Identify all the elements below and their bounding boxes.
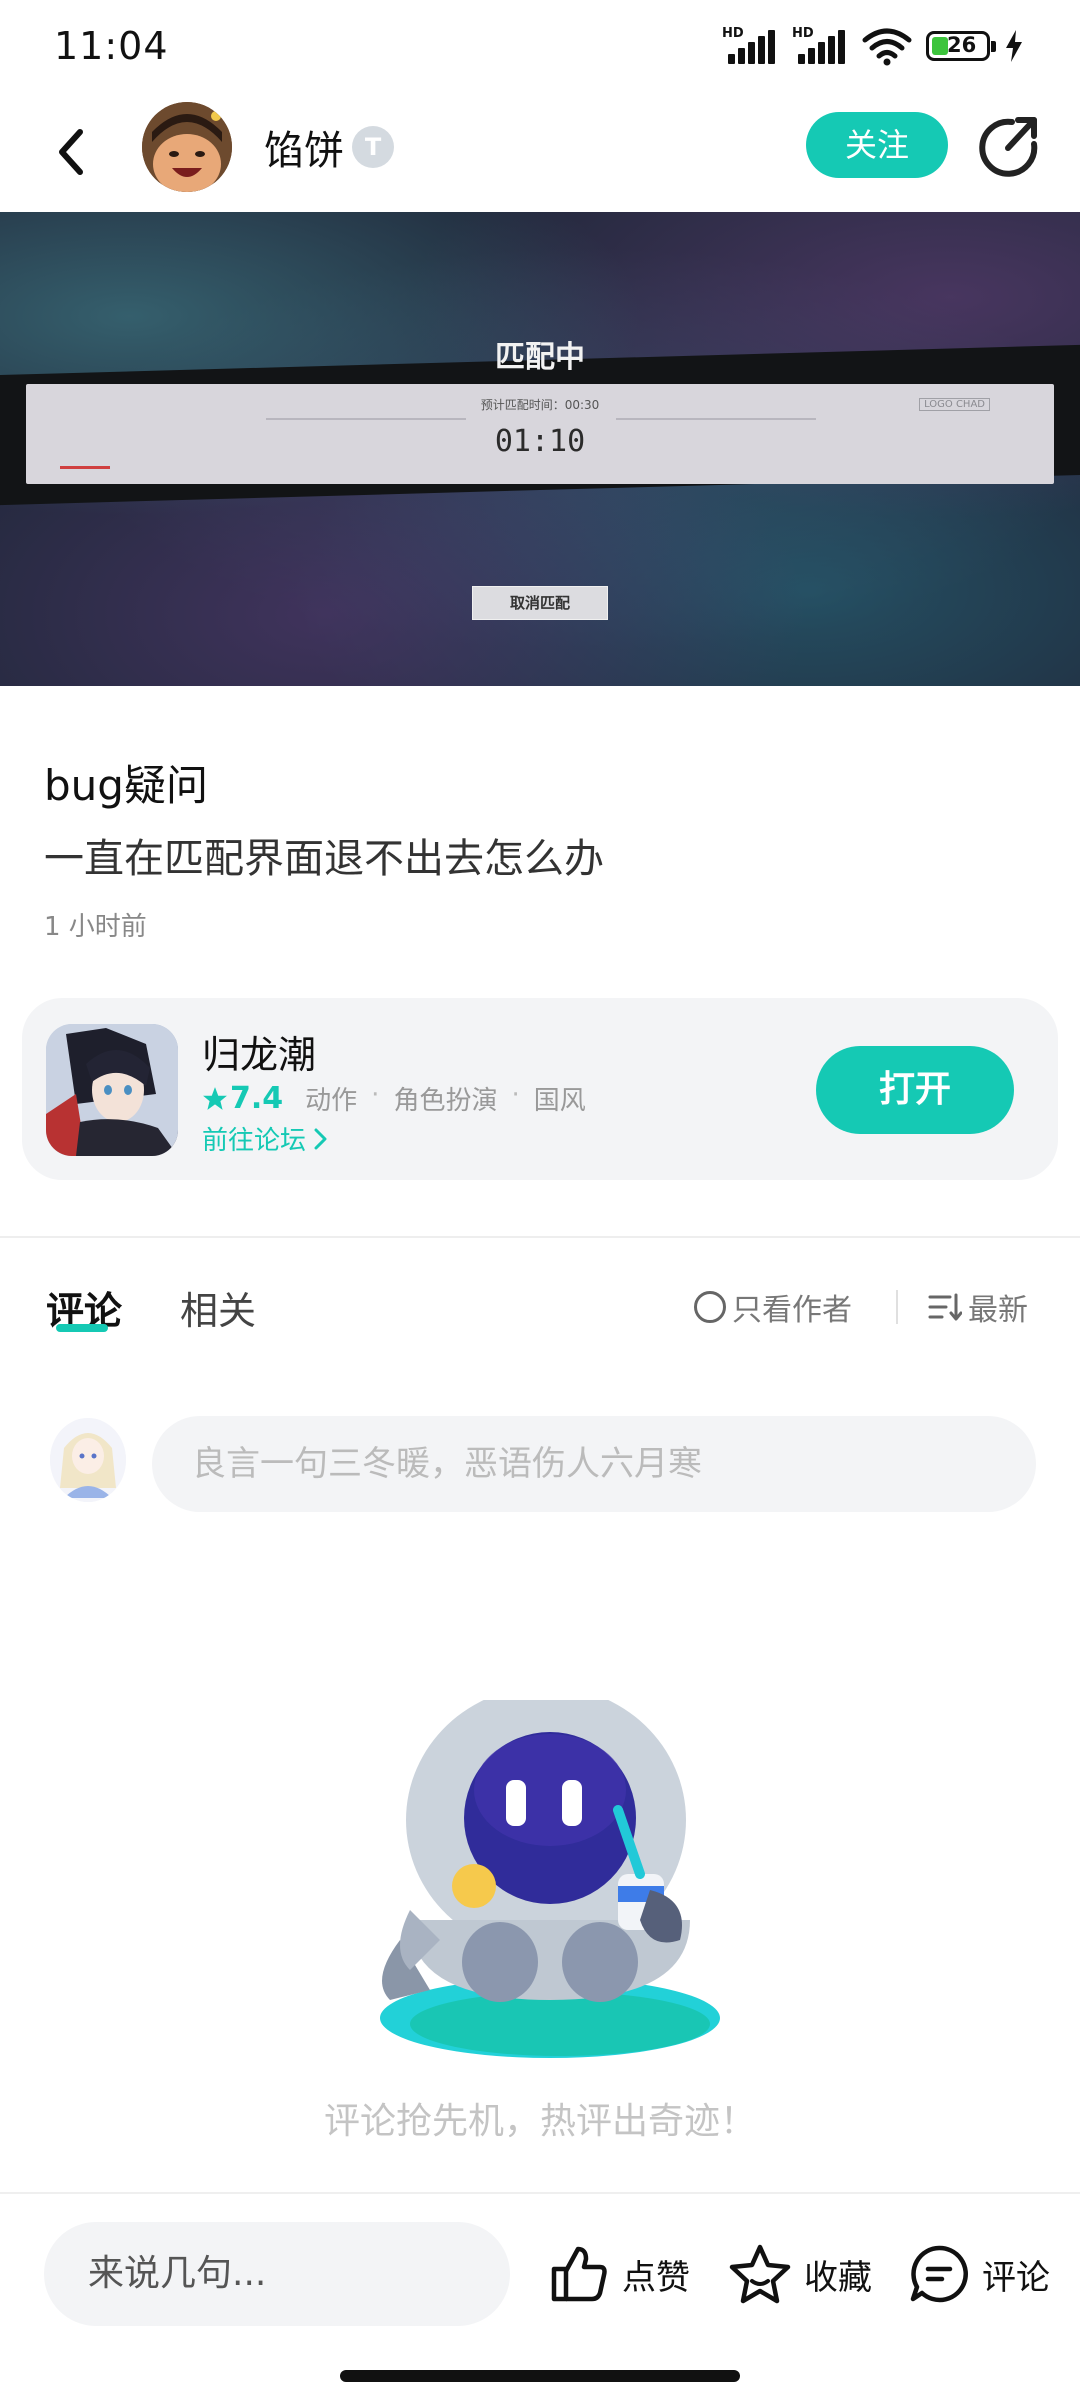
game-tag: 动作	[305, 1086, 358, 1116]
comment-label: 评论	[982, 2257, 1050, 2298]
section-divider	[0, 1236, 1080, 1238]
home-indicator[interactable]	[340, 2370, 740, 2382]
share-icon[interactable]	[976, 114, 1040, 178]
author-only-toggle[interactable]: 只看作者	[694, 1285, 852, 1329]
like-button[interactable]: 点赞	[548, 2238, 690, 2310]
post-title: bug疑问	[44, 761, 208, 810]
wifi-icon	[862, 28, 912, 66]
hero-matching-title: 匹配中	[495, 340, 585, 375]
status-icons: HD HD 26	[722, 26, 1024, 66]
level-badge: T	[352, 126, 394, 168]
favorite-label: 收藏	[804, 2257, 872, 2298]
game-rating-value: 7.4	[230, 1081, 284, 1116]
hero-cancel-matching: 取消匹配	[472, 586, 608, 620]
radio-icon	[694, 1291, 726, 1323]
my-avatar	[50, 1418, 126, 1502]
status-time: 11:04	[54, 24, 169, 68]
author-name[interactable]: 馅饼	[264, 118, 344, 176]
rating-star-icon	[203, 1086, 227, 1110]
game-card[interactable]: 归龙潮 7.4 动作 · 角色扮演 · 国风 前往论坛 打开	[22, 998, 1058, 1180]
tab-related[interactable]: 相关	[180, 1280, 256, 1335]
post-time: 1 小时前	[44, 912, 147, 942]
sort-toggle[interactable]: 最新	[928, 1285, 1028, 1329]
empty-comments-text: 评论抢先机，热评出奇迹！	[323, 2101, 756, 2142]
game-forum-label: 前往论坛	[202, 1126, 307, 1156]
thumbs-up-icon	[551, 2246, 607, 2302]
sort-icon	[928, 1293, 962, 1321]
favorite-button[interactable]: 收藏	[728, 2238, 872, 2310]
game-meta: 7.4 动作 · 角色扮演 · 国风	[202, 1080, 586, 1117]
chevron-right-icon	[314, 1128, 327, 1149]
hero-estimate: 预计匹配时间：00:30	[480, 398, 600, 412]
tab-active-indicator	[56, 1324, 108, 1332]
reply-input[interactable]: 来说几句...	[44, 2222, 510, 2326]
signal-hd-label: HD	[792, 26, 814, 41]
signal-hd-label: HD	[722, 26, 744, 41]
filter-separator	[896, 1290, 898, 1324]
like-label: 点赞	[622, 2257, 690, 2298]
empty-comments-illustration	[380, 1700, 720, 2058]
back-arrow-icon[interactable]	[48, 122, 98, 182]
post-image[interactable]: 匹配中 预计匹配时间：00:30 01:10 LOGO CHAD 取消匹配	[0, 212, 1080, 686]
hero-timer: 01:10	[494, 424, 586, 459]
game-name: 归龙潮	[202, 1033, 317, 1077]
comment-bubble-icon	[910, 2245, 968, 2303]
signal-icon: HD	[722, 26, 778, 66]
sort-label: 最新	[968, 1293, 1028, 1328]
hero-matching-panel: 预计匹配时间：00:30 01:10 LOGO CHAD	[26, 384, 1054, 484]
status-bar: 11:04 HD HD 26	[0, 0, 1080, 92]
battery-icon: 26	[926, 31, 996, 61]
author-only-label: 只看作者	[732, 1293, 852, 1328]
bottom-divider	[0, 2192, 1080, 2194]
post-header: 馅饼 T 关注	[0, 96, 1080, 212]
comment-button[interactable]: 评论	[908, 2238, 1050, 2310]
game-tags: 动作 · 角色扮演 · 国风	[305, 1080, 586, 1116]
post-body: 一直在匹配界面退不出去怎么办	[44, 836, 604, 882]
charging-bolt-icon	[1006, 30, 1022, 62]
author-avatar[interactable]	[142, 102, 232, 192]
star-icon	[729, 2244, 791, 2304]
game-icon	[46, 1024, 178, 1156]
game-tag: 国风	[533, 1086, 586, 1116]
open-game-button[interactable]: 打开	[816, 1046, 1014, 1134]
battery-level: 26	[947, 33, 977, 57]
game-tag: 角色扮演	[393, 1086, 498, 1116]
game-forum-link[interactable]: 前往论坛	[202, 1120, 330, 1157]
game-rating: 7.4	[202, 1081, 283, 1116]
follow-button[interactable]: 关注	[806, 112, 948, 178]
hero-brand: LOGO CHAD	[919, 398, 990, 411]
signal-icon: HD	[792, 26, 848, 66]
comment-input[interactable]: 良言一句三冬暖，恶语伤人六月寒	[152, 1416, 1036, 1512]
